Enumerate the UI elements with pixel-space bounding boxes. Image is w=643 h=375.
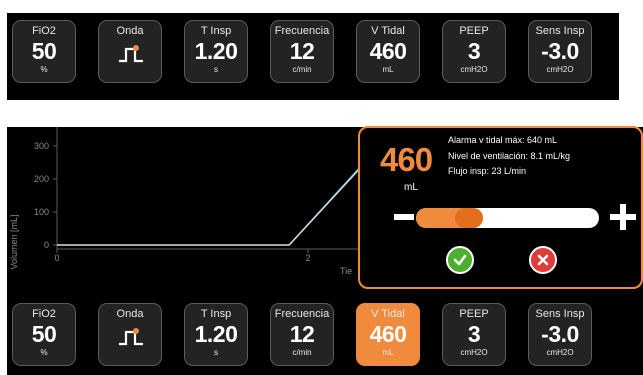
tile-value: 50: [31, 321, 57, 347]
tile-label: Frecuencia: [274, 308, 330, 320]
tile-label: T Insp: [200, 25, 232, 37]
tile-value: -3.0: [541, 38, 579, 64]
t-insp-tile[interactable]: T Insp 1.20 s: [184, 303, 248, 366]
slider-thumb[interactable]: [455, 208, 483, 228]
frecuencia-tile[interactable]: Frecuencia 12 c/min: [270, 303, 334, 366]
v-tidal-tile-active[interactable]: V Tidal 460 mL: [356, 303, 420, 366]
tile-label: FiO2: [32, 25, 56, 37]
tile-label: Onda: [116, 308, 144, 320]
fio2-tile[interactable]: FiO2 50 %: [12, 20, 76, 83]
tile-label: PEEP: [459, 25, 489, 37]
tile-label: V Tidal: [371, 25, 405, 37]
tile-value: 3: [467, 321, 481, 347]
tile-unit: %: [40, 65, 48, 74]
info-alarm-text: Alarma v tidal máx: 640 mL: [448, 135, 558, 145]
popup-value: 460: [380, 141, 433, 178]
fio2-tile[interactable]: FiO2 50 %: [12, 303, 76, 366]
tile-value: 12: [289, 38, 315, 64]
tile-label: Sens Insp: [535, 308, 585, 320]
tile-value: 3: [467, 38, 481, 64]
tile-label: Onda: [116, 25, 144, 37]
increase-button[interactable]: [610, 204, 636, 230]
v-tidal-adjust-popup: 460 mL Alarma v tidal máx: 640 mL Nivel …: [358, 126, 643, 289]
tile-unit: c/min: [292, 65, 312, 74]
y-axis-title: Volumen [mL]: [9, 214, 19, 269]
tile-value: 1.20: [194, 321, 238, 347]
tile-value: 12: [289, 321, 315, 347]
v-tidal-tile[interactable]: V Tidal 460 mL: [356, 20, 420, 83]
bottom-parameter-bar: FiO2 50 % Onda T Insp 1.20 s Frecuencia …: [7, 297, 643, 375]
y-tick-label: 200: [34, 174, 49, 184]
t-insp-tile[interactable]: T Insp 1.20 s: [184, 20, 248, 83]
tile-unit: s: [214, 348, 218, 357]
tile-value: 460: [369, 321, 407, 347]
tile-label: Sens Insp: [535, 25, 585, 37]
tile-unit: mL: [382, 348, 394, 357]
tile-unit: cmH2O: [546, 348, 574, 357]
info-flow-text: Flujo insp: 23 L/min: [448, 166, 527, 176]
square-wave-icon: [119, 328, 143, 346]
tile-unit: c/min: [292, 348, 312, 357]
tile-value: 460: [369, 38, 407, 64]
peep-tile[interactable]: PEEP 3 cmH2O: [442, 303, 506, 366]
tile-value: -3.0: [541, 321, 579, 347]
value-slider[interactable]: [416, 208, 599, 228]
tile-label: PEEP: [459, 308, 489, 320]
x-tick-label: 2: [305, 253, 310, 263]
frecuencia-tile[interactable]: Frecuencia 12 c/min: [270, 20, 334, 83]
peep-tile[interactable]: PEEP 3 cmH2O: [442, 20, 506, 83]
check-icon: [453, 254, 467, 266]
tile-unit: cmH2O: [460, 348, 488, 357]
waveform-tile[interactable]: Onda: [98, 20, 162, 83]
close-icon: [537, 254, 549, 266]
tile-unit: %: [40, 348, 48, 357]
tile-unit: cmH2O: [546, 65, 574, 74]
sens-insp-tile[interactable]: Sens Insp -3.0 cmH2O: [528, 20, 592, 83]
x-axis-title: Tie: [340, 266, 352, 276]
tile-unit: cmH2O: [460, 65, 488, 74]
y-tick-label: 300: [34, 141, 49, 151]
top-parameter-bar: FiO2 50 % Onda T Insp 1.20 s Frecuencia …: [7, 13, 619, 100]
x-tick-label: 0: [54, 253, 59, 263]
y-tick-label: 0: [44, 240, 49, 250]
waveform-tile[interactable]: Onda: [98, 303, 162, 366]
decrease-button[interactable]: [394, 214, 414, 220]
tile-label: T Insp: [200, 308, 232, 320]
tile-label: Frecuencia: [274, 25, 330, 37]
tile-label: V Tidal: [371, 308, 405, 320]
tile-unit: s: [214, 65, 218, 74]
cancel-button[interactable]: [529, 246, 557, 274]
y-tick-label: 100: [34, 207, 49, 217]
confirm-button[interactable]: [446, 246, 474, 274]
info-ventilation-text: Nivel de ventilación: 8.1 mL/kg: [448, 151, 571, 161]
popup-unit: mL: [404, 182, 418, 193]
tile-value: 1.20: [194, 38, 238, 64]
tile-value: 50: [31, 38, 57, 64]
sens-insp-tile[interactable]: Sens Insp -3.0 cmH2O: [528, 303, 592, 366]
tile-label: FiO2: [32, 308, 56, 320]
tile-unit: mL: [382, 65, 394, 74]
square-wave-icon: [119, 45, 143, 63]
